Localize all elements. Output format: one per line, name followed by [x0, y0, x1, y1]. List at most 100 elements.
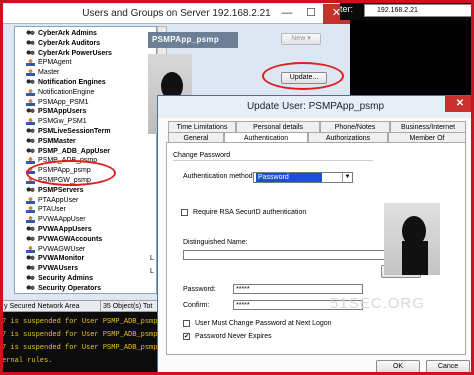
new-button-label: New: [291, 35, 306, 42]
maximize-button[interactable]: ☐: [299, 4, 323, 24]
tree-item-label: PSMMaster: [38, 137, 76, 145]
tree-item-label: PTAUser: [38, 206, 66, 214]
tree-item-label: PSMAppUsers: [38, 108, 87, 116]
log-line: 7 is suspended for User PSMP_ADB_psmp.: [2, 344, 162, 352]
user-icon: [26, 177, 35, 184]
cancel-button[interactable]: Cance: [426, 360, 470, 373]
log-line: 7 is suspended for User PSMP_ADB_psmp.: [2, 318, 162, 326]
confirm-value: *****: [236, 302, 250, 309]
never-expires-label: Password Never Expires: [195, 333, 272, 340]
new-button[interactable]: New ▾: [281, 33, 321, 45]
group-icon: [26, 255, 35, 263]
tree-item-label: Notification Engines: [38, 79, 106, 86]
must-change-label: User Must Change Password at Next Logon: [195, 320, 332, 327]
tree-item-label: PVWAAppUser: [38, 216, 86, 224]
tree-item-label: Security Operators: [38, 284, 102, 292]
address-label: ter:: [340, 4, 354, 14]
authentication-panel: Change Password Authentication method: P…: [166, 142, 466, 355]
tree-item-label: CyberArk Auditors: [38, 39, 100, 47]
log-line: ernal rules.: [2, 357, 53, 365]
section-divider: [173, 160, 373, 161]
window-title-text: Users and Groups on Server 192.168.2.21: [82, 8, 271, 19]
group-icon: [26, 226, 35, 233]
rsa-checkbox[interactable]: [181, 209, 188, 216]
dialog-user-photo: [384, 203, 440, 275]
group-icon: [26, 137, 35, 145]
auth-method-select[interactable]: Password ▼: [253, 172, 353, 183]
dn-label: Distinguished Name:: [183, 239, 248, 246]
tree-item-label: PVWAUsers: [38, 265, 79, 273]
tree-item-label: PVWAGWUser: [38, 245, 86, 253]
tree-item-label: PSMLiveSessionTerm: [38, 128, 111, 135]
rsa-label: Require RSA SecurID authentication: [193, 209, 307, 216]
user-icon: [26, 206, 35, 214]
section-title: Change Password: [173, 152, 231, 159]
group-icon: [26, 79, 35, 86]
selected-user-header: PSMPApp_psmp: [148, 32, 238, 48]
tree-item-label: Master: [38, 69, 60, 77]
address-value: 192.168.2.21: [377, 7, 418, 14]
chevron-down-icon: ▼: [342, 173, 352, 182]
tree-item-label: EPMAgent: [38, 59, 72, 67]
auth-method-value: Password: [256, 173, 322, 182]
log-line: 7 is suspended for User PSMP_ADB_psmp.: [2, 331, 162, 339]
address-input[interactable]: 192.168.2.21: [364, 4, 474, 17]
tree-item-label: PSMPApp_psmp: [38, 167, 91, 175]
window-title: Users and Groups on Server 192.168.2.21 …: [3, 4, 350, 24]
group-icon: [26, 108, 35, 116]
tab-time-limitations[interactable]: Time Limitations: [168, 121, 236, 132]
password-label: Password:: [183, 286, 216, 293]
group-icon: [26, 39, 35, 47]
group-icon: [26, 284, 35, 292]
tab-business-internet[interactable]: Business/Internet: [390, 121, 466, 132]
tree-item-label: PVWAMonitor: [38, 255, 85, 263]
ok-button[interactable]: OK: [376, 360, 420, 373]
dialog-title: Update User: PSMPApp_psmp: [158, 96, 473, 118]
user-icon: [26, 69, 35, 77]
log-console: 7 is suspended for User PSMP_ADB_psmp. 7…: [0, 312, 162, 375]
auth-method-label: Authentication method:: [183, 173, 255, 180]
tree-item-label: PSMP_ADB_psmp: [38, 157, 98, 165]
tree-item-label: PTAAppUser: [38, 196, 79, 204]
tree-item-label: CyberArk Admins: [38, 30, 97, 37]
group-icon: [26, 147, 35, 155]
tree-item-label: PSMP_ADB_AppUser: [38, 147, 110, 155]
user-icon: [26, 196, 35, 204]
tree-item-label: PVWAGWAccounts: [38, 235, 103, 243]
user-icon: [26, 88, 35, 96]
user-icon: [26, 118, 35, 126]
truncated-label-2: L: [150, 268, 154, 275]
tree-item-label: PSMApp_PSM1: [38, 98, 89, 106]
dn-input[interactable]: [183, 250, 397, 260]
update-user-dialog: Update User: PSMPApp_psmp ✕ Time Limitat…: [157, 95, 474, 375]
status-count: 35 Object(s) Tot: [100, 300, 158, 312]
user-icon: [26, 98, 35, 106]
dialog-close-button[interactable]: ✕: [445, 96, 474, 112]
tree-item-label: CyberArk PowerUsers: [38, 49, 112, 57]
user-icon: [26, 216, 35, 224]
password-value: *****: [236, 286, 250, 293]
never-expires-checkbox[interactable]: ✔: [183, 333, 190, 340]
group-icon: [26, 186, 35, 194]
confirm-label: Confirm:: [183, 302, 210, 309]
truncated-label: L: [150, 255, 154, 262]
update-button[interactable]: Update...: [281, 72, 327, 84]
group-icon: [26, 265, 35, 273]
must-change-checkbox[interactable]: [183, 320, 190, 327]
tab-phone-notes[interactable]: Phone/Notes: [320, 121, 390, 132]
tree-item-label: PVWAAppUsers: [38, 226, 92, 233]
group-icon: [26, 49, 35, 57]
tab-personal-details[interactable]: Personal details: [236, 121, 320, 132]
address-bar: ter: 192.168.2.21: [340, 0, 474, 20]
user-icon: [26, 59, 35, 67]
users-tree[interactable]: CyberArk Admins CyberArk Auditors CyberArk…: [14, 26, 157, 294]
group-icon: [26, 275, 35, 282]
user-icon: [26, 245, 35, 253]
password-input[interactable]: *****: [233, 284, 363, 294]
tree-item-label: Security Admins: [38, 275, 93, 282]
tree-item-label: PSMGw_PSM1: [38, 118, 87, 126]
group-icon: [26, 128, 35, 135]
watermark: 51SEC.ORG: [330, 295, 425, 312]
user-icon: [26, 157, 35, 165]
minimize-button[interactable]: —: [275, 4, 299, 24]
